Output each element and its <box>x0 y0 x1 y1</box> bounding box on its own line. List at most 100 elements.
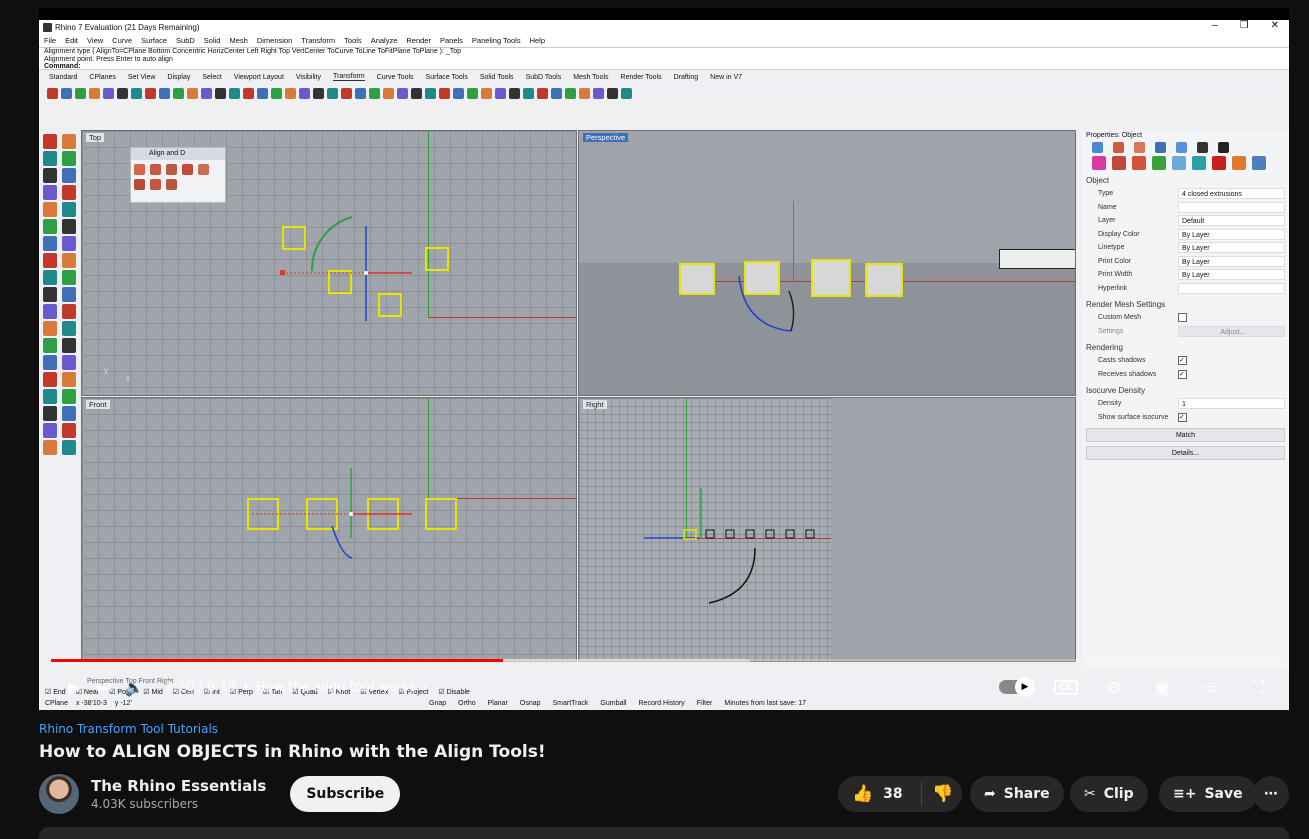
fullscreen-button[interactable]: ⛶ <box>1243 672 1273 702</box>
tab-drafting: Drafting <box>673 73 699 81</box>
green-icon <box>1152 156 1166 170</box>
property-row: Name <box>1086 201 1285 215</box>
menu-item: Analyze <box>370 36 398 45</box>
autoplay-toggle[interactable]: ▶ <box>999 677 1035 697</box>
tool-icon <box>229 87 240 99</box>
dislike-button[interactable]: 👎 <box>922 784 953 804</box>
like-dislike-group: 👍 38 👎 <box>838 776 962 812</box>
scissors-icon: ✂ <box>1084 786 1096 802</box>
menu-item: Help <box>529 36 546 45</box>
tool-icon <box>43 423 57 438</box>
details-button: Details... <box>1086 446 1285 460</box>
density-label: Density <box>1098 400 1122 408</box>
miniplayer-button[interactable]: ▣ <box>1147 672 1177 702</box>
tool-icon <box>62 338 76 353</box>
display-icon <box>1176 142 1187 153</box>
tool-icon <box>299 87 310 99</box>
tab-render-tools: Render Tools <box>620 73 662 81</box>
tool-icon <box>62 134 76 149</box>
more-icon: ⋯ <box>1264 786 1278 802</box>
share-button[interactable]: ➦ Share <box>970 776 1064 812</box>
tool-icon <box>565 87 576 99</box>
cc-icon: CC <box>1053 679 1079 695</box>
property-key: Linetype <box>1098 244 1125 252</box>
channel-avatar[interactable] <box>39 774 79 814</box>
theater-mode-button[interactable]: ▭ <box>1195 672 1225 702</box>
rhino-screen: Rhino 7 Evaluation (21 Days Remaining) –… <box>39 20 1289 710</box>
tool-icon <box>62 168 76 183</box>
save-button[interactable]: ≡+ Save <box>1159 776 1257 812</box>
properties-panel: Properties: Object Object Type 4 closed … <box>1082 130 1289 670</box>
object-icon <box>1092 142 1103 153</box>
more-actions-button[interactable]: ⋯ <box>1253 776 1289 812</box>
next-button[interactable]: ⏭ <box>89 672 119 702</box>
tool-icon <box>257 87 268 99</box>
volume-button[interactable]: 🔈 <box>119 672 149 702</box>
progress-bar[interactable] <box>51 659 1277 662</box>
brush-icon <box>1112 156 1126 170</box>
menu-item: Dimension <box>256 36 293 45</box>
property-key: Hyperlink <box>1098 284 1128 292</box>
like-button[interactable]: 👍 38 <box>838 782 922 806</box>
menu-item: View <box>87 36 104 45</box>
played-bar <box>51 659 504 662</box>
arc-perspective <box>738 275 795 332</box>
channel-name[interactable]: The Rhino Essentials <box>91 777 266 795</box>
viewport-perspective: Perspective <box>578 130 1076 396</box>
tab-visibility: Visibility <box>295 73 322 81</box>
menu-item: Paneling Tools <box>471 36 521 45</box>
menu-item: Edit <box>65 36 79 45</box>
tool-icon <box>62 389 76 404</box>
play-button[interactable]: ▶ <box>59 672 89 702</box>
viewport-front: Front <box>81 397 577 662</box>
video-player[interactable]: Rhino 7 Evaluation (21 Days Remaining) –… <box>39 8 1289 710</box>
tool-icon <box>201 87 212 99</box>
chapter-title[interactable]: How the align tool works <box>256 680 417 695</box>
save-label: Save <box>1204 786 1243 802</box>
property-value: 4 closed extrusions <box>1178 188 1285 200</box>
menu-item: Surface <box>141 36 168 45</box>
property-key: Layer <box>1098 217 1116 225</box>
tab-solid-tools: Solid Tools <box>479 73 514 81</box>
description-box[interactable] <box>39 827 1289 839</box>
property-row: Type 4 closed extrusions <box>1086 187 1285 201</box>
checkbox-checked: ✓ <box>1178 369 1187 379</box>
tool-icon <box>43 151 57 166</box>
settings-gear-icon[interactable]: ⚙ <box>1099 672 1129 702</box>
window-buttons: – ❐ ✕ <box>1212 20 1279 31</box>
tool-icon <box>43 287 57 302</box>
properties-tab-icons-2 <box>1092 156 1285 170</box>
captions-button[interactable]: CC <box>1051 672 1081 702</box>
axis-y: y <box>104 366 108 375</box>
tool-icon <box>453 87 464 99</box>
tool-icon <box>62 440 76 455</box>
share-label: Share <box>1003 786 1050 802</box>
align-panel-buttons-2 <box>131 179 225 190</box>
sphere-icon <box>1172 156 1186 170</box>
checkbox-checked: ✓ <box>1178 412 1187 422</box>
player-controls: ▶ ⏭ 🔈 2:20 / 6:19 • How the align tool w… <box>39 672 1289 702</box>
section-render-mesh: Render Mesh Settings <box>1086 300 1166 309</box>
settings-row: Settings Adjust... <box>1086 325 1285 339</box>
clip-button[interactable]: ✂ Clip <box>1070 776 1148 812</box>
restore-icon: ❐ <box>1239 20 1249 31</box>
menu-item: SubD <box>176 36 195 45</box>
viewport-label-front: Front <box>86 400 110 409</box>
align-vert-icon <box>166 179 177 190</box>
checker-icon <box>1218 142 1229 153</box>
like-count: 38 <box>883 786 903 802</box>
playlist-link[interactable]: Rhino Transform Tool Tutorials <box>39 722 1289 736</box>
casts-shadows-label: Casts shadows <box>1098 357 1146 365</box>
tool-icon <box>62 423 76 438</box>
properties-tab-icons <box>1092 142 1285 153</box>
tool-icon <box>215 87 226 99</box>
property-value: Default <box>1178 215 1285 227</box>
minimize-icon: – <box>1212 20 1218 31</box>
rhino-logo-icon <box>43 22 52 32</box>
color-wheel-icon <box>1092 156 1106 170</box>
thumbs-up-icon: 👍 <box>852 784 874 804</box>
tool-icon <box>369 87 380 99</box>
subscribe-button[interactable]: Subscribe <box>290 776 401 812</box>
settings-label: Settings <box>1098 327 1124 335</box>
tool-icon <box>62 406 76 421</box>
